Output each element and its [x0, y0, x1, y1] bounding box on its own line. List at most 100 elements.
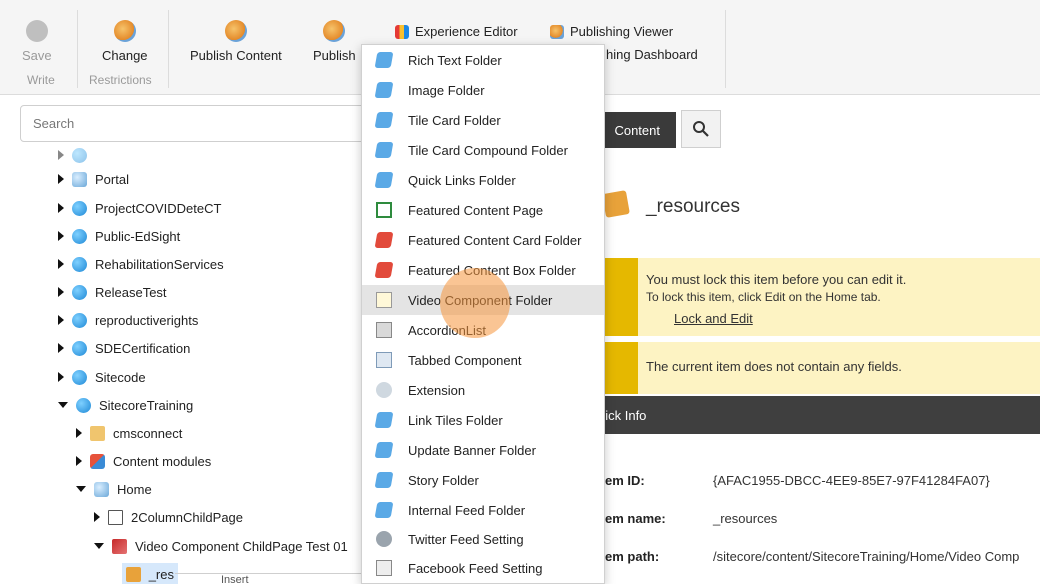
tabbed-icon [376, 352, 392, 368]
expand-icon[interactable] [76, 456, 82, 466]
expand-icon[interactable] [58, 231, 64, 241]
menu-item-story-folder[interactable]: Story Folder [362, 465, 604, 495]
tree-item-selected[interactable]: _res [122, 563, 178, 584]
expand-icon[interactable] [58, 259, 64, 269]
expand-icon[interactable] [58, 174, 64, 184]
tree-item[interactable]: SDECertification [58, 337, 190, 359]
publishing-viewer-icon [550, 24, 564, 39]
lock-and-edit-link[interactable]: Lock and Edit [674, 311, 753, 326]
page-green-icon [376, 202, 392, 218]
menu-item-featured-content-card-folder[interactable]: Featured Content Card Folder [362, 225, 604, 255]
experience-editor-button[interactable]: Experience Editor [395, 24, 518, 39]
tree-item[interactable]: Home [76, 478, 152, 500]
site-globe-icon [72, 256, 87, 272]
restrictions-group-label: Restrictions [89, 73, 152, 87]
experience-editor-label: Experience Editor [415, 24, 518, 39]
ribbon-divider [725, 10, 726, 88]
folder-red-icon [374, 262, 394, 278]
publish-label: Publish [313, 48, 356, 63]
menu-item-tile-card-folder[interactable]: Tile Card Folder [362, 105, 604, 135]
search-input[interactable]: Search [20, 105, 380, 142]
publishing-viewer-label: Publishing Viewer [570, 24, 674, 39]
item-name-value: _resources [713, 511, 778, 526]
menu-item-facebook-feed-setting[interactable]: Facebook Feed Setting [362, 553, 604, 583]
folder-blue-icon [374, 472, 394, 488]
tree-item[interactable]: Sitecode [58, 366, 146, 388]
menu-item-rich-text-folder[interactable]: Rich Text Folder [362, 45, 604, 75]
change-restrictions-button[interactable]: Change [102, 20, 148, 63]
tree-item[interactable]: ProjectCOVIDDeteCT [58, 197, 221, 219]
search-tab[interactable] [681, 110, 721, 148]
no-fields-warning: The current item does not contain any fi… [590, 342, 1040, 394]
publishing-viewer-button[interactable]: Publishing Viewer [550, 24, 673, 39]
collapse-icon[interactable] [76, 486, 86, 492]
document-icon [376, 292, 392, 308]
tree-item[interactable]: Portal [58, 168, 129, 190]
item-path-value: /sitecore/content/SitecoreTraining/Home/… [713, 549, 1020, 564]
folder-blue-icon [374, 442, 394, 458]
menu-item-internal-feed-folder[interactable]: Internal Feed Folder [362, 495, 604, 525]
menu-item-tabbed-component[interactable]: Tabbed Component [362, 345, 604, 375]
save-button[interactable]: Save [22, 20, 52, 63]
tree-item[interactable]: 2ColumnChildPage [94, 506, 243, 528]
menu-item-image-folder[interactable]: Image Folder [362, 75, 604, 105]
menu-item-update-banner-folder[interactable]: Update Banner Folder [362, 435, 604, 465]
tree-item[interactable]: reproductiverights [58, 309, 198, 331]
collapse-icon[interactable] [58, 402, 68, 408]
site-globe-icon [72, 284, 87, 300]
quick-info-header[interactable]: uick Info [590, 396, 1040, 434]
menu-item-link-tiles-folder[interactable]: Link Tiles Folder [362, 405, 604, 435]
lock-warning-title: You must lock this item before you can e… [646, 272, 907, 287]
modules-icon [90, 453, 105, 469]
menu-item-tile-card-compound-folder[interactable]: Tile Card Compound Folder [362, 135, 604, 165]
tree-item[interactable]: Public-EdSight [58, 225, 180, 247]
publish-globe-icon [224, 20, 247, 42]
menu-item-quick-links-folder[interactable]: Quick Links Folder [362, 165, 604, 195]
menu-item-twitter-feed-setting[interactable]: Twitter Feed Setting [362, 524, 604, 554]
lock-warning-hint: To lock this item, click Edit on the Hom… [646, 290, 881, 304]
tree-item[interactable]: RehabilitationServices [58, 253, 224, 275]
expand-icon[interactable] [94, 512, 100, 522]
publish-button[interactable]: Publish [313, 20, 356, 63]
experience-editor-icon [395, 24, 409, 39]
site-globe-icon [72, 147, 87, 163]
publish-content-label: Publish Content [190, 48, 282, 63]
search-icon [693, 121, 709, 137]
resources-icon [126, 566, 141, 582]
menu-item-extension[interactable]: Extension [362, 375, 604, 405]
tree-item[interactable]: Video Component ChildPage Test 01 [94, 535, 348, 557]
menu-item-featured-content-page[interactable]: Featured Content Page [362, 195, 604, 225]
publish-globe-icon [323, 20, 346, 42]
site-globe-icon [72, 340, 87, 356]
tree-item[interactable]: cmsconnect [76, 422, 182, 444]
expand-icon[interactable] [58, 203, 64, 213]
site-globe-icon [72, 312, 87, 328]
tree-item[interactable]: SitecoreTraining [58, 394, 193, 416]
folder-blue-icon [374, 52, 394, 68]
page-icon [108, 509, 123, 525]
tree-item-partial[interactable] [58, 144, 87, 166]
extension-icon [376, 382, 392, 398]
publishing-dashboard-button[interactable]: hing Dashboard [606, 47, 698, 62]
site-globe-icon [72, 200, 87, 216]
item-title: _resources [646, 196, 740, 217]
folder-red-icon [374, 232, 394, 248]
collapse-icon[interactable] [94, 543, 104, 549]
search-placeholder: Search [33, 116, 75, 131]
item-id-label: em ID: [605, 473, 645, 488]
expand-icon[interactable] [58, 343, 64, 353]
expand-icon[interactable] [58, 372, 64, 382]
folder-blue-icon [374, 112, 394, 128]
portal-icon [72, 171, 87, 187]
gear-icon [376, 531, 392, 547]
expand-icon[interactable] [58, 287, 64, 297]
expand-icon[interactable] [76, 428, 82, 438]
no-fields-text: The current item does not contain any fi… [646, 359, 902, 374]
publish-content-button[interactable]: Publish Content [190, 20, 282, 63]
expand-icon[interactable] [58, 315, 64, 325]
tree-item[interactable]: ReleaseTest [58, 281, 167, 303]
folder-blue-icon [374, 172, 394, 188]
folder-blue-icon [374, 82, 394, 98]
save-icon [25, 20, 48, 42]
tree-item[interactable]: Content modules [76, 450, 211, 472]
